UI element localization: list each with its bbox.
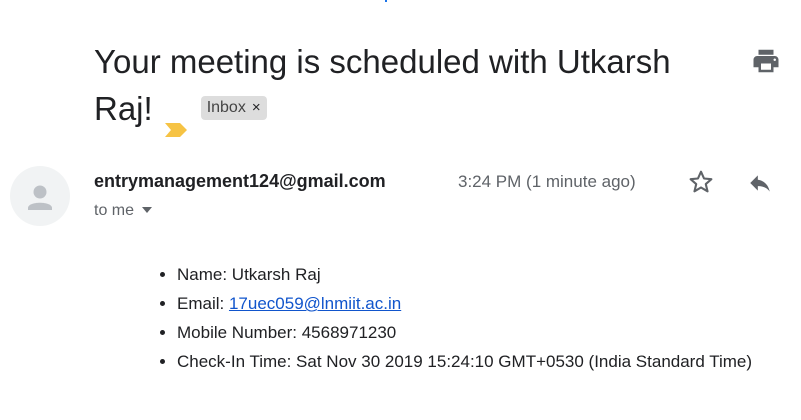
label-chip-text: Inbox [206,99,246,117]
print-button[interactable] [751,46,781,76]
star-icon [689,170,713,193]
email-body: Name: Utkarsh Raj Email: 17uec059@lnmiit… [155,260,801,376]
field-value: Sat Nov 30 2019 15:24:10 GMT+0530 (India… [296,352,753,371]
email-subject: Your meeting is scheduled with Utkarsh R… [94,38,714,138]
recipient-details-toggle[interactable]: to me [94,201,153,221]
field-label: Email: [177,294,229,313]
label-remove-icon[interactable]: × [252,96,261,120]
email-link[interactable]: 17uec059@lnmiit.ac.in [229,294,401,313]
email-timestamp: 3:24 PM (1 minute ago) [458,172,636,191]
reply-button[interactable] [746,170,774,196]
list-item-email: Email: 17uec059@lnmiit.ac.in [177,289,801,318]
recipient-text: to me [94,202,135,219]
chevron-down-icon [142,206,153,213]
field-label: Check-In Time: [177,352,297,371]
list-item-mobile: Mobile Number: 4568971230 [177,318,801,347]
list-item-checkin: Check-In Time: Sat Nov 30 2019 15:24:10 … [177,347,801,376]
loading-dot [385,0,387,2]
label-chip-inbox[interactable]: Inbox × [200,96,267,121]
sender-avatar[interactable] [10,166,70,226]
print-icon [753,49,779,73]
field-label: Mobile Number: [177,323,302,342]
reply-icon [750,175,770,192]
person-icon [28,185,52,210]
list-item-name: Name: Utkarsh Raj [177,260,801,289]
email-view: Your meeting is scheduled with Utkarsh R… [0,0,801,420]
field-value: Utkarsh Raj [231,265,321,284]
field-label: Name: [177,265,232,284]
star-button[interactable] [687,168,715,196]
sender-email[interactable]: entrymanagement124@gmail.com [94,170,386,192]
field-value: 4568971230 [301,323,397,342]
important-marker-icon[interactable] [164,102,187,138]
